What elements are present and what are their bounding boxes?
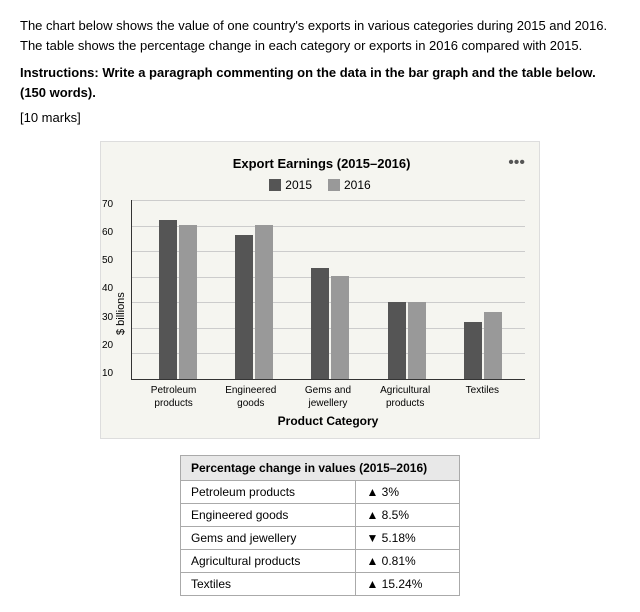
- arrow-up-icon: ▲: [366, 508, 378, 522]
- bar-group: [388, 302, 426, 379]
- table-cell-category: Agricultural products: [181, 550, 356, 573]
- y-tick-label: 40: [102, 284, 113, 294]
- bar-2015: [311, 268, 329, 379]
- x-label: Agriculturalproducts: [375, 384, 435, 410]
- table-cell-value: ▲ 15.24%: [356, 573, 460, 596]
- table-row: Agricultural products▲ 0.81%: [181, 550, 460, 573]
- bars-and-grid: 70605040302010: [131, 200, 525, 380]
- bar-2016: [331, 276, 349, 379]
- x-label: Gems andjewellery: [298, 384, 358, 410]
- table-cell-category: Engineered goods: [181, 504, 356, 527]
- x-label: Engineeredgoods: [221, 384, 281, 410]
- bar-2015: [235, 235, 253, 379]
- table-cell-value: ▲ 8.5%: [356, 504, 460, 527]
- legend-box-2015: [269, 179, 281, 191]
- x-label: Textiles: [452, 384, 512, 410]
- chart-legend: 2015 2016: [115, 178, 525, 192]
- legend-label-2015: 2015: [285, 178, 312, 192]
- table-row: Gems and jewellery▼ 5.18%: [181, 527, 460, 550]
- bar-group: [311, 268, 349, 379]
- bar-chart-area: $ billions 70605040302010 Petroleumprodu…: [115, 200, 525, 428]
- y-tick-label: 30: [102, 313, 113, 323]
- bar-2016: [179, 225, 197, 379]
- y-axis-label: $ billions: [115, 200, 127, 428]
- bar-2015: [159, 220, 177, 379]
- chart-menu-icon[interactable]: •••: [508, 154, 525, 172]
- table-cell-value: ▲ 0.81%: [356, 550, 460, 573]
- chart-container: Export Earnings (2015–2016) ••• 2015 201…: [100, 141, 540, 439]
- table-cell-category: Textiles: [181, 573, 356, 596]
- table-section: Percentage change in values (2015–2016) …: [20, 455, 620, 596]
- bar-2015: [464, 322, 482, 379]
- bar-group: [159, 220, 197, 379]
- y-tick-label: 70: [102, 200, 113, 210]
- table-row: Petroleum products▲ 3%: [181, 481, 460, 504]
- table-cell-value: ▼ 5.18%: [356, 527, 460, 550]
- y-tick-label: 60: [102, 228, 113, 238]
- bar-group: [464, 312, 502, 379]
- arrow-down-icon: ▼: [366, 531, 378, 545]
- chart-title: Export Earnings (2015–2016): [135, 156, 508, 171]
- legend-box-2016: [328, 179, 340, 191]
- legend-2016: 2016: [328, 178, 371, 192]
- description-text: The chart below shows the value of one c…: [20, 16, 620, 55]
- table-cell-value: ▲ 3%: [356, 481, 460, 504]
- percentage-table: Percentage change in values (2015–2016) …: [180, 455, 460, 596]
- bar-groups: [136, 200, 525, 379]
- y-tick-label: 10: [102, 369, 113, 379]
- marks-text: [10 marks]: [20, 110, 620, 125]
- table-row: Engineered goods▲ 8.5%: [181, 504, 460, 527]
- table-cell-category: Petroleum products: [181, 481, 356, 504]
- x-labels: Petroleumproducts Engineeredgoods Gems and…: [131, 380, 525, 410]
- bar-2016: [255, 225, 273, 379]
- legend-label-2016: 2016: [344, 178, 371, 192]
- table-cell-category: Gems and jewellery: [181, 527, 356, 550]
- chart-header: Export Earnings (2015–2016) •••: [115, 156, 525, 172]
- y-tick-label: 50: [102, 256, 113, 266]
- instructions-text: Instructions: Write a paragraph commenti…: [20, 63, 620, 102]
- chart-inner: 70605040302010 Petroleumproducts Engineer…: [131, 200, 525, 428]
- arrow-up-icon: ▲: [366, 485, 378, 499]
- bar-2016: [484, 312, 502, 379]
- table-header: Percentage change in values (2015–2016): [181, 456, 460, 481]
- y-tick-label: 20: [102, 341, 113, 351]
- table-row: Textiles▲ 15.24%: [181, 573, 460, 596]
- arrow-up-icon: ▲: [366, 577, 378, 591]
- bar-group: [235, 225, 273, 379]
- legend-2015: 2015: [269, 178, 312, 192]
- arrow-up-icon: ▲: [366, 554, 378, 568]
- bar-2015: [388, 302, 406, 379]
- bar-2016: [408, 302, 426, 379]
- y-tick-labels: 70 60 50 40 30 20 10: [102, 200, 113, 379]
- x-label: Petroleumproducts: [144, 384, 204, 410]
- x-axis-title: Product Category: [131, 414, 525, 428]
